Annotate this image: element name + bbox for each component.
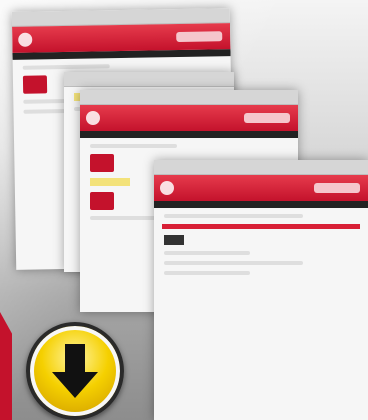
- product-thumbnail: [90, 154, 114, 172]
- search-box: [244, 113, 290, 123]
- text-line: [164, 271, 250, 275]
- product-thumbnail: [90, 192, 114, 210]
- logo-icon: [18, 32, 33, 47]
- text-line: [164, 251, 250, 255]
- logo-icon: [86, 111, 100, 125]
- highlight-block: [90, 178, 130, 186]
- section-header-bar: [162, 224, 360, 229]
- text-line: [90, 144, 178, 148]
- screenshot-thumbnail-4: [154, 160, 368, 420]
- search-box: [314, 183, 360, 193]
- nav-bar: [80, 131, 298, 138]
- nav-bar: [154, 201, 368, 208]
- site-banner: [80, 105, 298, 131]
- site-banner: [154, 175, 368, 201]
- site-banner: [12, 23, 231, 53]
- window-titlebar: [64, 72, 234, 87]
- logo-icon: [160, 181, 174, 195]
- cart-icon: [164, 235, 184, 245]
- text-line: [22, 64, 110, 70]
- text-line: [164, 261, 304, 265]
- text-line: [164, 214, 304, 218]
- download-button[interactable]: [26, 322, 124, 420]
- download-arrow-icon: [52, 344, 98, 398]
- window-titlebar: [154, 160, 368, 175]
- search-box: [176, 31, 223, 43]
- window-titlebar: [80, 90, 298, 105]
- product-thumbnail: [22, 75, 48, 94]
